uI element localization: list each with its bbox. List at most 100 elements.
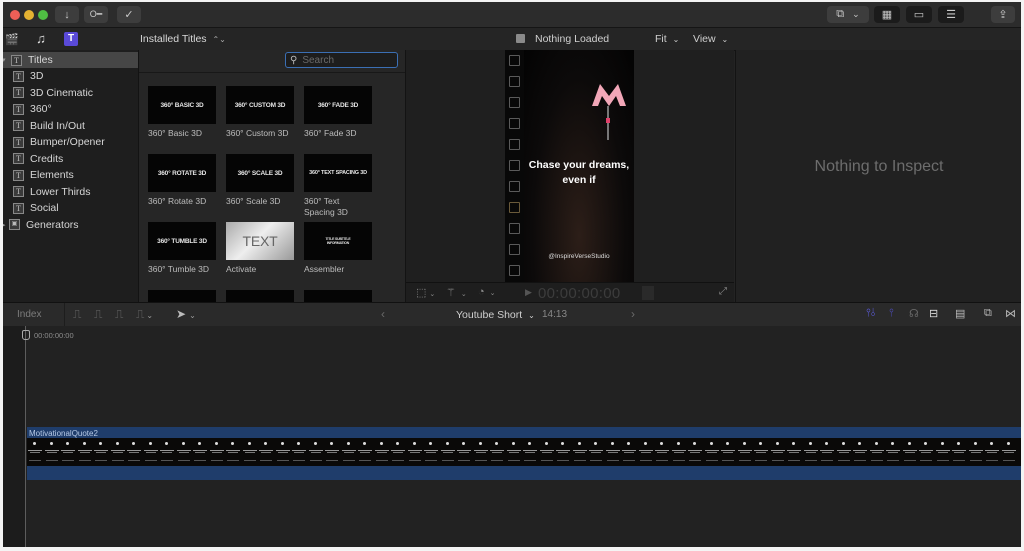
enhancements-menu[interactable]: ⚚ ⌄	[446, 286, 467, 299]
title-thumbnail: 360° FADE 3D	[304, 86, 372, 124]
title-tile[interactable]	[304, 290, 374, 302]
play-button[interactable]: ▶	[525, 287, 532, 298]
title-tile-360-fade-3d[interactable]: 360° FADE 3D 360° Fade 3D	[304, 86, 374, 139]
libraries-tab[interactable]: 🎬	[5, 32, 19, 46]
title-thumbnail: 360° CUSTOM 3D	[226, 86, 294, 124]
timeline-back-button[interactable]: ‹	[381, 307, 385, 321]
project-name-popup[interactable]: Youtube Short ⌄	[456, 309, 535, 321]
title-tile-360-custom-3d[interactable]: 360° CUSTOM 3D 360° Custom 3D	[226, 86, 296, 139]
clip-frame-thumbnail	[770, 438, 787, 466]
title-tile-360-basic-3d[interactable]: 360° BASIC 3D 360° Basic 3D	[148, 86, 218, 139]
chevron-down-icon: ⌄	[852, 9, 860, 19]
tool-select-menu[interactable]: ➤ ⌄	[176, 307, 196, 321]
close-window-button[interactable]	[10, 10, 20, 20]
timeline-index-button[interactable]: Index	[17, 309, 41, 320]
inspector-empty-message: Nothing to Inspect	[814, 158, 944, 175]
title-tile-assembler[interactable]: TITLE SUBTITLE INFORMATION Assembler	[304, 222, 374, 275]
panels-header: 🎬 ♫ T Installed Titles ⌃⌄ Nothing Loaded…	[3, 28, 1021, 51]
search-placeholder: Search	[302, 54, 335, 66]
sidebar-item-3d-cinematic[interactable]: T 3D Cinematic	[3, 85, 138, 101]
title-thumbnail	[148, 290, 216, 302]
clip-frame-thumbnail	[291, 438, 308, 466]
title-tile-360-text-spacing-3d[interactable]: 360° TEXT SPACING 3D 360° Text Spacing 3…	[304, 154, 374, 218]
sidebar-item-generators[interactable]: ▸ ▣ Generators	[3, 217, 138, 233]
fit-zoom-popup[interactable]: Fit ⌄	[655, 33, 679, 45]
photos-audio-tab[interactable]: ♫	[34, 32, 48, 46]
sidebar-item-3d[interactable]: T 3D	[3, 68, 138, 84]
retime-menu[interactable]: ◔ ⌄	[478, 286, 496, 298]
keywords-button[interactable]: O━	[84, 6, 108, 23]
clip-frame-thumbnail	[390, 438, 407, 466]
disclosure-triangle-icon[interactable]: ▾	[3, 56, 6, 64]
timeline-clip[interactable]: MotivationalQuote2	[27, 427, 1021, 480]
title-t-icon: T	[13, 103, 24, 115]
sidebar-item-360[interactable]: T 360°	[3, 101, 138, 117]
sidebar-item-lower-thirds[interactable]: T Lower Thirds	[3, 184, 138, 200]
overwrite-edit-icon: ⎍	[136, 307, 145, 321]
clip-appearance-button[interactable]: ▤	[955, 307, 965, 320]
view-options-popup[interactable]: View ⌄	[693, 33, 728, 45]
generator-icon: ▣	[9, 219, 20, 230]
browser-title-popup[interactable]: Installed Titles ⌃⌄	[140, 33, 226, 45]
audio-skimming-button[interactable]: ⫯	[889, 307, 894, 320]
fullscreen-button[interactable]: ⤢	[719, 286, 727, 297]
transform-menu[interactable]: ⬚ ⌄	[416, 286, 435, 299]
photos-audio-icon: ♫	[36, 31, 46, 46]
sprocket-hole	[509, 118, 520, 129]
transitions-browser-button[interactable]: ⋈	[1005, 307, 1016, 320]
clip-frame-thumbnail	[935, 438, 952, 466]
minimize-window-button[interactable]	[24, 10, 34, 20]
title-label: 360° Tumble 3D	[148, 264, 210, 274]
inspector-toggle-button[interactable]: ☰	[938, 6, 964, 23]
sidebar-item-build-in-out[interactable]: T Build In/Out	[3, 118, 138, 134]
background-tasks-button[interactable]: ✓	[117, 6, 141, 23]
playhead-handle-icon[interactable]	[22, 330, 30, 340]
titles-generators-tab[interactable]: T	[64, 32, 78, 46]
timeline-forward-button[interactable]: ›	[631, 307, 635, 321]
expand-arrows-icon: ⤢	[719, 286, 727, 297]
sidebar-item-elements[interactable]: T Elements	[3, 167, 138, 183]
insert-clip-button[interactable]: ⎍	[94, 307, 102, 322]
clip-frame-thumbnail	[621, 438, 638, 466]
overwrite-clip-menu[interactable]: ⎍ ⌄	[136, 307, 153, 322]
chevron-down-icon: ⌄	[146, 311, 154, 320]
append-edit-icon: ⎍	[115, 307, 124, 321]
skimming-button[interactable]: ⫯⫰	[866, 307, 876, 320]
metro-m-logo-icon	[592, 84, 626, 106]
append-clip-button[interactable]: ⎍	[115, 307, 123, 322]
effects-browser-button[interactable]: ⧉	[984, 307, 992, 320]
sidebar-item-social[interactable]: T Social	[3, 200, 138, 216]
chevron-down-icon: ⌄	[489, 290, 496, 297]
disclosure-triangle-icon[interactable]: ▸	[3, 221, 6, 229]
title-thumbnail: 360° ROTATE 3D	[148, 154, 216, 192]
import-button[interactable]: ↓	[55, 6, 79, 23]
clip-frame-thumbnail	[159, 438, 176, 466]
project-duration: 14:13	[542, 309, 568, 320]
share-button[interactable]: ⇪	[991, 6, 1015, 23]
title-tile-360-scale-3d[interactable]: 360° SCALE 3D 360° Scale 3D	[226, 154, 296, 207]
popup-chevrons-icon: ⌃⌄	[212, 35, 226, 44]
title-tile[interactable]	[148, 290, 218, 302]
workspace-layout-button[interactable]: ⧉ ⌄	[827, 6, 869, 23]
playhead[interactable]	[25, 326, 26, 547]
connect-clip-button[interactable]: ⎍	[73, 307, 81, 322]
timeline: 00:00:00:00 MotivationalQuote2	[3, 326, 1021, 547]
clip-frame-thumbnail	[60, 438, 77, 466]
sidebar-item-label: 3D	[30, 70, 44, 82]
inspector: Nothing to Inspect	[735, 50, 1021, 302]
timeline-toggle-button[interactable]: ▭	[906, 6, 932, 23]
zoom-window-button[interactable]	[38, 10, 48, 20]
clip-frame-thumbnail	[786, 438, 803, 466]
title-tile-360-tumble-3d[interactable]: 360° TUMBLE 3D 360° Tumble 3D	[148, 222, 218, 275]
browser-toggle-button[interactable]: ▦	[874, 6, 900, 23]
snapping-button[interactable]: ⊟	[929, 307, 938, 320]
sidebar-item-bumper-opener[interactable]: T Bumper/Opener	[3, 134, 138, 150]
sidebar-item-titles[interactable]: ▾ T Titles	[3, 52, 138, 68]
title-t-icon: T	[13, 70, 24, 82]
title-tile-360-rotate-3d[interactable]: 360° ROTATE 3D 360° Rotate 3D	[148, 154, 218, 207]
solo-button[interactable]: ☊	[909, 307, 919, 320]
sidebar-item-credits[interactable]: T Credits	[3, 151, 138, 167]
title-tile[interactable]	[226, 290, 296, 302]
title-tile-activate[interactable]: TEXT Activate	[226, 222, 296, 275]
search-field[interactable]: ⚲ Search	[285, 52, 398, 68]
